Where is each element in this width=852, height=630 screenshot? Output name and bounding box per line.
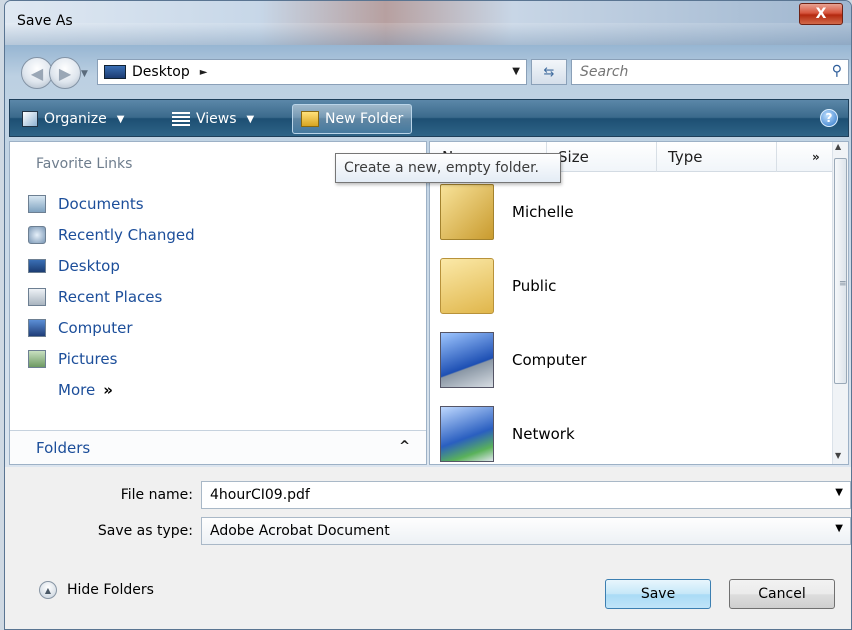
favorite-links-heading: Favorite Links [36,156,133,172]
computer-icon [28,318,46,337]
fav-link-label: Desktop [58,256,120,275]
views-icon [172,112,190,126]
column-size[interactable]: Size [558,148,589,166]
new-folder-icon [301,111,319,127]
chevron-down-icon: ▼ [116,113,125,125]
new-folder-button[interactable]: New Folder [292,104,413,134]
save-as-type-select[interactable]: Adobe Acrobat Document [201,517,851,545]
computer-icon [440,332,494,388]
user-folder-icon [440,184,494,240]
save-options-panel: File name: ▼ Save as type: Adobe Acrobat… [5,467,851,629]
desktop-icon [104,65,126,79]
breadcrumb-arrow-icon[interactable]: ► [200,67,208,78]
organize-icon [22,111,38,127]
pictures-icon [28,349,46,368]
search-box[interactable]: ⚲ [571,59,849,85]
vertical-scrollbar[interactable]: ▲ ≡ ▼ [832,142,848,464]
organize-label: Organize [44,111,107,127]
command-toolbar: Organize ▼ Views ▼ New Folder ? [9,99,849,137]
file-name-input[interactable] [201,481,851,509]
save-as-dialog: Save As X ◀ ▶ ▼ Desktop ► ▼ ⇆ ⚲ Organize… [4,0,852,630]
help-icon[interactable]: ? [820,109,838,127]
network-icon [440,406,494,462]
scroll-down-icon[interactable]: ▼ [835,451,841,460]
documents-icon [28,194,46,213]
favorite-links-list: Documents Recently Changed Desktop Recen… [28,188,195,405]
recent-places-icon [28,287,46,306]
fav-link-recently-changed[interactable]: Recently Changed [28,219,195,250]
forward-button[interactable]: ▶ [49,57,81,89]
folder-icon [440,258,494,314]
column-divider[interactable] [776,142,777,172]
more-label: More [58,380,96,399]
search-icon[interactable]: ⚲ [832,63,842,79]
address-bar[interactable]: Desktop ► ▼ [97,59,527,85]
navigation-bar: ◀ ▶ ▼ Desktop ► ▼ ⇆ ⚲ [5,45,851,97]
grip-icon: ≡ [839,279,847,289]
views-button[interactable]: Views ▼ [172,106,254,132]
file-item-public[interactable]: Public [440,254,556,318]
folders-toggle[interactable]: Folders ^ [10,430,426,464]
column-divider[interactable] [656,142,657,172]
save-button[interactable]: Save [605,579,711,609]
recent-pages-dropdown-icon[interactable]: ▼ [81,69,88,79]
file-item-label: Computer [512,351,587,369]
chevron-down-icon[interactable]: ▼ [835,487,843,498]
file-name-row: File name: ▼ [5,481,851,509]
navigation-pane: Favorite Links Documents Recently Change… [9,141,427,465]
desktop-icon [28,258,46,273]
chevron-up-icon: ^ [399,439,410,454]
fav-link-label: Pictures [58,349,118,368]
close-button[interactable]: X [799,3,843,25]
chevron-down-icon: ▼ [246,113,255,125]
window-title: Save As [17,13,73,29]
file-item-michelle[interactable]: Michelle [440,180,574,244]
folders-label: Folders [36,439,91,457]
more-columns-icon[interactable]: » [812,150,820,164]
scroll-up-icon[interactable]: ▲ [835,142,841,151]
fav-link-desktop[interactable]: Desktop [28,250,195,281]
save-as-type-value: Adobe Acrobat Document [210,523,390,539]
fav-link-documents[interactable]: Documents [28,188,195,219]
organize-button[interactable]: Organize ▼ [22,106,124,132]
file-item-label: Network [512,425,575,443]
fav-link-label: Documents [58,194,144,213]
cancel-button[interactable]: Cancel [729,579,835,609]
double-chevron-icon: » [103,380,113,399]
save-as-type-row: Save as type: Adobe Acrobat Document ▼ [5,517,851,545]
file-list-pane: Name Size Type » Michelle Public Compute… [429,141,849,465]
fav-link-label: Recent Places [58,287,163,306]
fav-link-recent-places[interactable]: Recent Places [28,281,195,312]
more-links-button[interactable]: More » [58,374,195,405]
save-as-type-label: Save as type: [97,523,193,539]
hide-folders-button[interactable]: ▲ Hide Folders [39,581,154,599]
search-input[interactable] [580,64,810,80]
scrollbar-thumb[interactable]: ≡ [834,158,847,384]
column-type[interactable]: Type [668,148,702,166]
views-label: Views [196,111,237,127]
new-folder-tooltip: Create a new, empty folder. [335,153,561,183]
address-dropdown-icon[interactable]: ▼ [512,66,520,77]
fav-link-label: Computer [58,318,133,337]
title-bar: Save As X [5,1,851,45]
refresh-button[interactable]: ⇆ [531,59,567,85]
refresh-icon: ⇆ [543,64,555,80]
collapse-icon: ▲ [39,581,57,599]
file-item-network[interactable]: Network [440,402,575,464]
new-folder-label: New Folder [325,111,404,127]
fav-link-pictures[interactable]: Pictures [28,343,195,374]
hide-folders-label: Hide Folders [67,582,154,598]
chevron-down-icon[interactable]: ▼ [835,523,843,534]
file-item-label: Michelle [512,203,574,221]
recently-changed-icon [28,225,46,244]
fav-link-computer[interactable]: Computer [28,312,195,343]
file-item-label: Public [512,277,557,295]
file-item-computer[interactable]: Computer [440,328,587,392]
address-crumb[interactable]: Desktop [132,64,190,80]
file-name-label: File name: [120,487,193,503]
fav-link-label: Recently Changed [58,225,195,244]
